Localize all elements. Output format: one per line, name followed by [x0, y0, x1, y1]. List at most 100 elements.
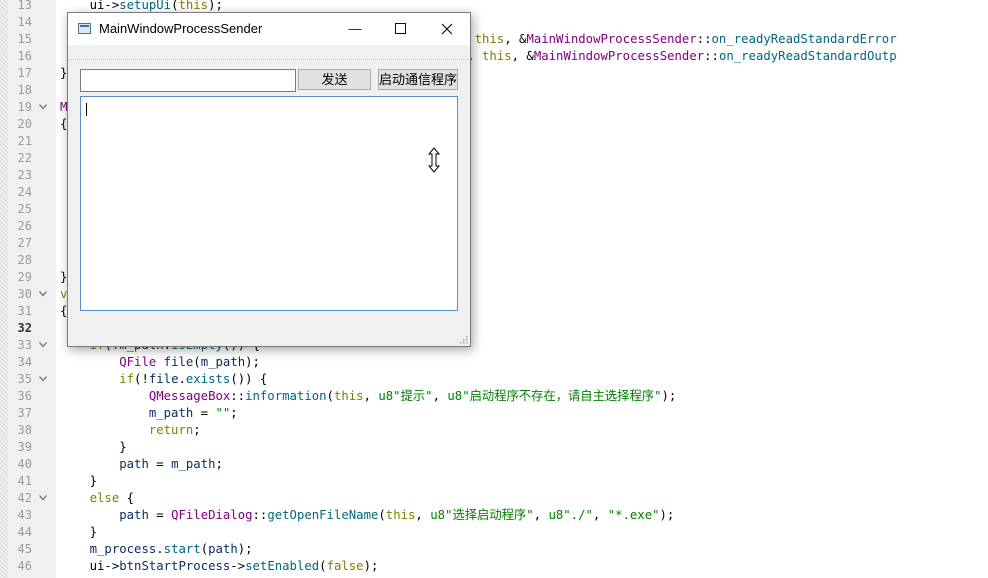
line-number: 18 — [17, 83, 32, 97]
code-token: ); — [237, 542, 253, 556]
code-token: else — [89, 491, 120, 505]
main-window-process-sender[interactable]: MainWindowProcessSender — 发送 启动通信程序 — [67, 12, 471, 347]
code-token: m_path — [148, 406, 194, 420]
code-token: ui-> — [60, 559, 120, 573]
line-number: 42 — [17, 491, 32, 505]
code-line[interactable]: 39 } — [0, 439, 988, 456]
code-line[interactable]: 37 m_path = ""; — [0, 405, 988, 422]
code-token: u8"选择启动程序" — [430, 508, 534, 522]
line-number: 22 — [17, 151, 32, 165]
code-token: information — [245, 389, 327, 403]
line-number: 41 — [17, 474, 32, 488]
code-token: path — [119, 457, 149, 471]
code-token: u8"启动程序不存在，请自主选择程序" — [447, 389, 662, 403]
line-number: 28 — [17, 253, 32, 267]
line-number: 37 — [17, 406, 32, 420]
code-text: QFile file(m_path); — [60, 354, 260, 371]
fold-chevron-icon[interactable] — [39, 376, 47, 384]
send-button[interactable]: 发送 — [298, 69, 371, 90]
title-bar[interactable]: MainWindowProcessSender — — [68, 13, 470, 45]
code-text: else { — [60, 490, 134, 507]
code-token: ( — [193, 355, 201, 369]
code-token: ); — [208, 0, 223, 12]
line-number: 31 — [17, 304, 32, 318]
code-token: btnStartProcess — [119, 559, 231, 573]
code-text: if(!file.exists()) { — [60, 371, 267, 388]
code-token: file — [163, 355, 194, 369]
code-line[interactable]: 41 } — [0, 473, 988, 490]
code-token: { — [119, 491, 135, 505]
code-line[interactable]: 38 return; — [0, 422, 988, 439]
code-token: , & — [504, 32, 527, 46]
code-token: } — [60, 440, 127, 454]
code-line[interactable]: 43 path = QFileDialog::getOpenFileName(t… — [0, 507, 988, 524]
code-token: . — [156, 542, 164, 556]
fold-chevron-icon[interactable] — [39, 342, 47, 350]
code-line[interactable]: 42 else { — [0, 490, 988, 507]
line-number: 43 — [17, 508, 32, 522]
fold-chevron-icon[interactable] — [39, 104, 47, 112]
maximize-button[interactable] — [378, 13, 424, 45]
code-token: ()) { — [230, 372, 268, 386]
close-button[interactable] — [424, 13, 470, 45]
line-number: 15 — [17, 32, 32, 46]
line-number: 35 — [17, 372, 32, 386]
code-line[interactable]: 44 } — [0, 524, 988, 541]
code-text: } — [60, 439, 127, 456]
line-number: 33 — [17, 338, 32, 352]
code-token: QFileDialog — [171, 508, 253, 522]
size-grip-icon[interactable] — [458, 334, 468, 344]
code-token: ); — [363, 559, 379, 573]
code-token: = — [193, 406, 216, 420]
line-number: 26 — [17, 219, 32, 233]
line-number: 23 — [17, 168, 32, 182]
code-token: this — [178, 0, 209, 12]
code-line[interactable]: 36 QMessageBox::information(this, u8"提示"… — [0, 388, 988, 405]
line-number: 14 — [17, 15, 32, 29]
code-token: setupUi — [119, 0, 172, 12]
code-token: start — [163, 542, 201, 556]
code-token: exists — [185, 372, 231, 386]
code-text: } — [60, 524, 97, 541]
code-token: m_path — [171, 457, 216, 471]
code-token: this — [333, 389, 364, 403]
code-token: , — [533, 508, 549, 522]
code-token: :: — [230, 389, 246, 403]
output-text-area[interactable] — [80, 96, 458, 311]
code-line[interactable]: 45 m_process.start(path); — [0, 541, 988, 558]
code-token: on_readyReadStandardOutp — [718, 49, 897, 63]
code-token: m_process — [89, 542, 157, 556]
close-icon — [441, 23, 453, 35]
code-text: path = m_path; — [60, 456, 223, 473]
code-line[interactable]: 35 if(!file.exists()) { — [0, 371, 988, 388]
code-token: path — [119, 508, 149, 522]
line-number: 34 — [17, 355, 32, 369]
code-token: this — [385, 508, 416, 522]
code-token: } — [60, 525, 98, 539]
fold-chevron-icon[interactable] — [39, 495, 47, 503]
message-input[interactable] — [80, 69, 296, 92]
line-number: 21 — [17, 134, 32, 148]
code-line[interactable]: 40 path = m_path; — [0, 456, 988, 473]
code-line[interactable]: 34 QFile file(m_path); — [0, 354, 988, 371]
text-caret — [86, 103, 87, 116]
code-token: = — [148, 508, 172, 522]
code-token: :: — [696, 32, 712, 46]
fold-chevron-icon[interactable] — [39, 291, 47, 299]
minimize-button[interactable]: — — [332, 13, 378, 45]
line-number: 38 — [17, 423, 32, 437]
code-text: QMessageBox::information(this, u8"提示", u… — [60, 388, 676, 405]
start-process-button[interactable]: 启动通信程序 — [378, 69, 458, 90]
code-line[interactable]: 46 ui->btnStartProcess->setEnabled(false… — [0, 558, 988, 575]
code-token: "" — [215, 406, 231, 420]
code-token: ; — [215, 457, 223, 471]
line-number: 36 — [17, 389, 32, 403]
code-token: MainWindowProcessSender — [526, 32, 697, 46]
line-number: 20 — [17, 117, 32, 131]
